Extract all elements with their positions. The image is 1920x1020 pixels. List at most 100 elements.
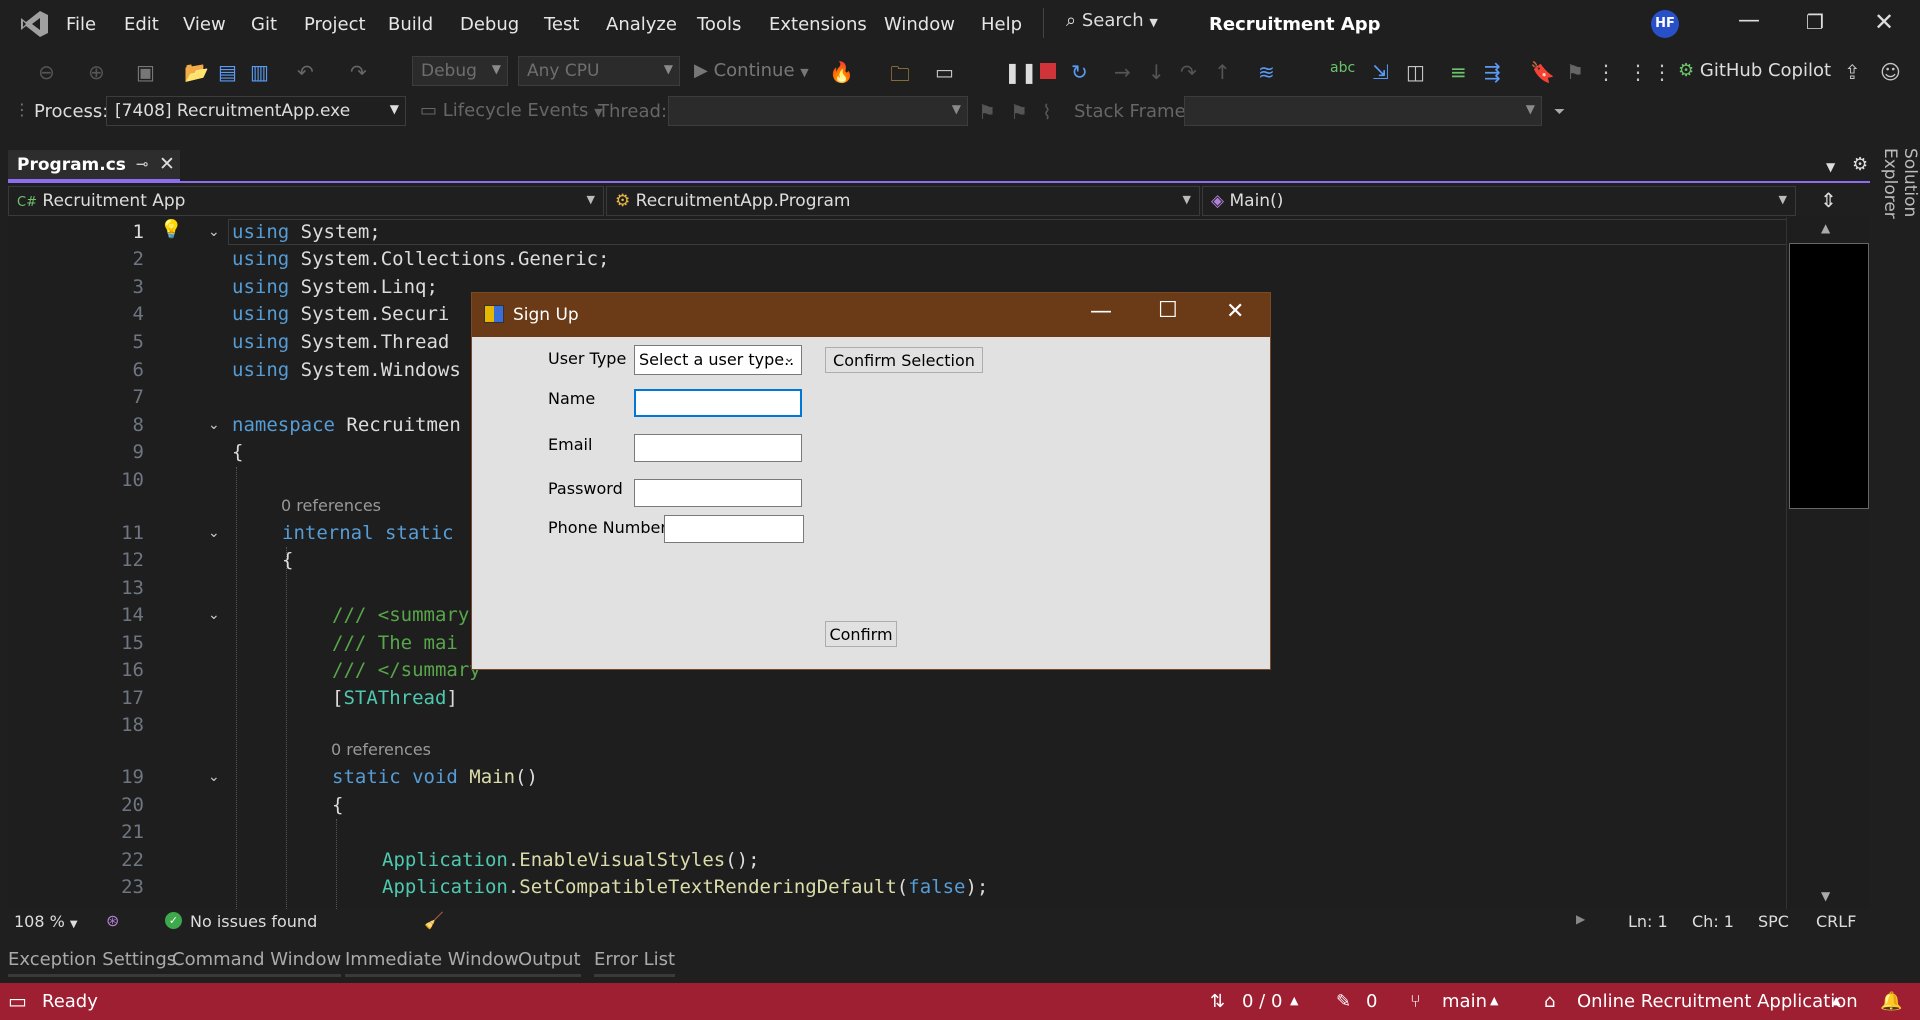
tab-program-cs[interactable]: Program.cs ⊸ ✕: [8, 150, 180, 182]
line-ending-indicator[interactable]: CRLF: [1816, 912, 1856, 931]
step-into-icon[interactable]: ↓: [1148, 60, 1165, 84]
dialog-title-bar[interactable]: Sign Up — ☐ ✕: [472, 293, 1270, 337]
fold-chevron-icon[interactable]: ⌄: [208, 607, 220, 623]
layout-icon[interactable]: ◫: [1406, 60, 1425, 84]
minimap-scrollbar[interactable]: ▲ ▼: [1786, 217, 1870, 909]
avatar[interactable]: HF: [1651, 10, 1679, 38]
show-next-statement-icon[interactable]: →: [1114, 60, 1131, 84]
tab-output[interactable]: Output: [518, 949, 581, 977]
step-over-icon[interactable]: ↷: [1180, 60, 1197, 84]
menu-file[interactable]: File: [66, 14, 96, 35]
menu-git[interactable]: Git: [251, 14, 277, 35]
dialog-maximize-icon[interactable]: ☐: [1158, 298, 1178, 323]
email-input[interactable]: [634, 434, 802, 462]
menu-extensions[interactable]: Extensions: [769, 14, 867, 35]
continue-button[interactable]: ▶ Continue ▼: [694, 60, 809, 81]
forward-icon[interactable]: ⊕: [88, 60, 105, 84]
line-indicator[interactable]: Ln: 1: [1628, 912, 1668, 931]
tab-immediate-window[interactable]: Immediate Window: [345, 949, 519, 977]
member-dropdown[interactable]: ◈ Main() ▼: [1202, 186, 1796, 216]
redo-icon[interactable]: ↷: [350, 60, 367, 84]
share-icon[interactable]: ⇪: [1844, 60, 1861, 84]
lightbulb-icon[interactable]: 💡: [160, 219, 182, 240]
notifications-bell-icon[interactable]: 🔔: [1880, 991, 1902, 1012]
zoom-dropdown[interactable]: 108 % ▼: [14, 912, 78, 931]
branch-name[interactable]: main: [1442, 991, 1487, 1012]
scroll-down-icon[interactable]: ▼: [1821, 889, 1830, 903]
menu-project[interactable]: Project: [304, 14, 366, 35]
hot-reload-icon[interactable]: 🔥: [829, 60, 854, 84]
tab-command-window[interactable]: Command Window: [172, 949, 342, 977]
lifecycle-events-dropdown[interactable]: ▭ Lifecycle Events ▼: [420, 100, 603, 121]
menu-build[interactable]: Build: [388, 14, 433, 35]
intellicode-icon[interactable]: ⊛: [106, 911, 119, 930]
toolbar-overflow-icon[interactable]: ⏷: [1554, 104, 1565, 120]
password-input[interactable]: [634, 479, 802, 507]
flag-icon[interactable]: ⚑: [978, 100, 996, 124]
tab-list-chevron-icon[interactable]: ▼: [1826, 160, 1835, 174]
confirm-button[interactable]: Confirm: [825, 621, 897, 647]
solution-explorer-side-tab[interactable]: Solution Explorer: [1878, 148, 1920, 288]
code-cleanup-icon[interactable]: 🧹: [424, 911, 444, 930]
fold-chevron-icon[interactable]: ⌄: [208, 224, 220, 240]
menu-tools[interactable]: Tools: [697, 14, 741, 35]
settings-gear-icon[interactable]: ⚙: [1852, 154, 1868, 175]
save-all-icon[interactable]: ▥: [250, 60, 269, 84]
repository-icon[interactable]: ⌂: [1544, 991, 1555, 1012]
split-view-icon[interactable]: ⇕: [1820, 188, 1837, 212]
more-options-icon[interactable]: ⋮: [1596, 60, 1616, 84]
browser-icon[interactable]: ▭: [935, 60, 954, 84]
restart-icon[interactable]: ↻: [1071, 60, 1088, 84]
scroll-right-icon[interactable]: ▶: [1576, 912, 1585, 926]
tab-exception-settings[interactable]: Exception Settings: [8, 949, 177, 977]
more-options-icon-3[interactable]: ⋮: [1652, 60, 1672, 84]
back-icon[interactable]: ⊖: [38, 60, 55, 84]
menu-test[interactable]: Test: [544, 14, 579, 35]
menu-debug[interactable]: Debug: [460, 14, 519, 35]
close-icon[interactable]: ✕: [1874, 8, 1894, 36]
fold-chevron-icon[interactable]: ⌄: [208, 769, 220, 785]
menu-window[interactable]: Window: [884, 14, 955, 35]
new-item-icon[interactable]: ▣: [136, 60, 155, 84]
column-indicator[interactable]: Ch: 1: [1692, 912, 1734, 931]
step-out-icon[interactable]: ↑: [1214, 60, 1231, 84]
bookmark-prev-icon[interactable]: ⚑: [1566, 60, 1584, 84]
select-icon[interactable]: ⇲: [1372, 60, 1389, 84]
more-options-icon-2[interactable]: ⋮: [1628, 60, 1648, 84]
confirm-selection-button[interactable]: Confirm Selection: [825, 347, 983, 373]
sync-icon[interactable]: ⇅: [1210, 991, 1225, 1012]
menu-analyze[interactable]: Analyze: [606, 14, 677, 35]
bookmark-icon[interactable]: 🔖: [1530, 60, 1555, 84]
fold-chevron-icon[interactable]: ⌄: [208, 525, 220, 541]
configuration-dropdown[interactable]: Debug ▼: [412, 56, 508, 86]
menu-help[interactable]: Help: [981, 14, 1022, 35]
thread-dropdown[interactable]: ▼: [668, 96, 968, 126]
visual-studio-logo-icon[interactable]: [18, 8, 50, 40]
minimize-icon[interactable]: —: [1738, 8, 1760, 33]
feedback-icon[interactable]: ☺: [1880, 60, 1901, 84]
tab-error-list[interactable]: Error List: [594, 949, 676, 977]
pause-icon[interactable]: ❚❚: [1004, 60, 1038, 84]
name-input[interactable]: [634, 389, 802, 417]
stack-frame-dropdown[interactable]: ▼: [1184, 96, 1542, 126]
folder-icon[interactable]: 🗀: [890, 60, 910, 94]
dialog-close-icon[interactable]: ✕: [1226, 299, 1244, 324]
indent-icon[interactable]: ≡: [1450, 60, 1467, 84]
save-icon[interactable]: ▤: [218, 60, 237, 84]
close-tab-icon[interactable]: ✕: [159, 153, 175, 175]
minimap-viewport[interactable]: [1789, 243, 1869, 509]
scroll-up-icon[interactable]: ▲: [1821, 221, 1830, 235]
fold-chevron-icon[interactable]: ⌄: [208, 417, 220, 433]
codelens-references[interactable]: 0 references: [281, 496, 381, 515]
stop-icon[interactable]: [1040, 63, 1056, 79]
diagnostics-icon[interactable]: ≋: [1258, 60, 1275, 84]
outdent-icon[interactable]: ⇶: [1484, 60, 1501, 84]
menu-view[interactable]: View: [183, 14, 226, 35]
whitespace-indicator[interactable]: SPC: [1758, 912, 1789, 931]
phone-number-input[interactable]: [664, 515, 804, 543]
spellcheck-icon[interactable]: abc: [1330, 60, 1355, 76]
class-dropdown[interactable]: ⚙ RecruitmentApp.Program ▼: [606, 186, 1200, 216]
platform-dropdown[interactable]: Any CPU ▼: [518, 56, 680, 86]
branch-icon[interactable]: ⑂: [1410, 991, 1421, 1012]
user-type-combobox[interactable]: Select a user type.. ⌄: [634, 345, 802, 375]
